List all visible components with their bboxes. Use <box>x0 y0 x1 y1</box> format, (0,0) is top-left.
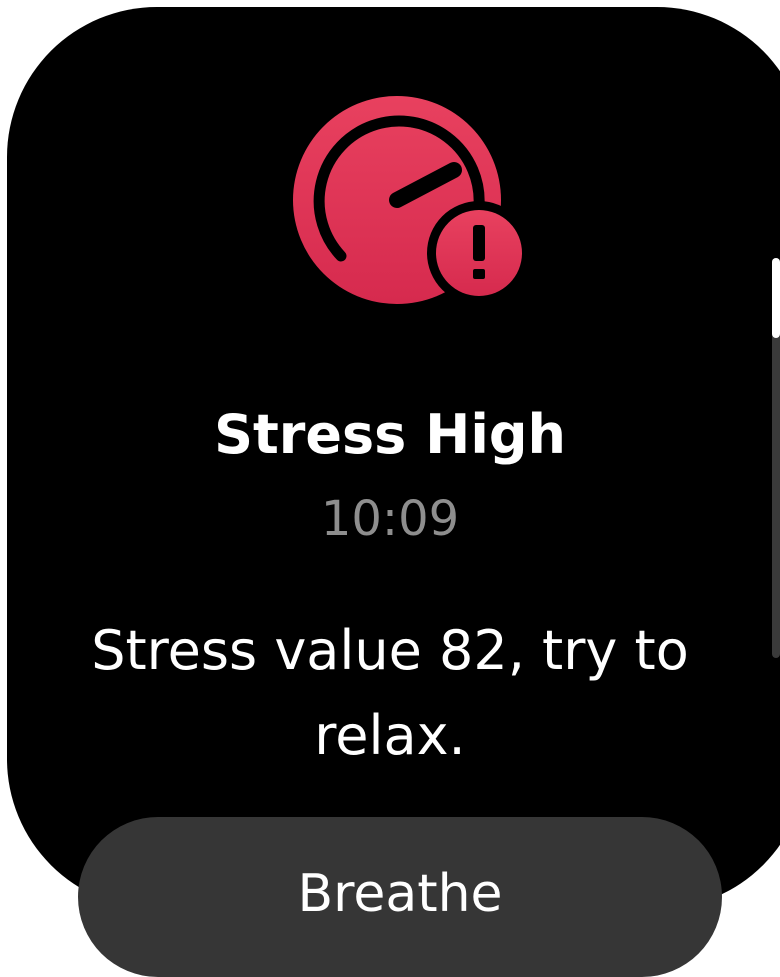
stress-gauge-alert-icon <box>293 96 529 305</box>
breathe-button[interactable]: Breathe <box>78 817 722 977</box>
notification-title: Stress High <box>214 403 566 466</box>
notification-message: Stress value 82, try to relax. <box>91 619 689 767</box>
notification-time: 10:09 <box>320 491 460 547</box>
scrollbar-thumb[interactable] <box>772 258 780 338</box>
breathe-button-label: Breathe <box>297 864 503 924</box>
